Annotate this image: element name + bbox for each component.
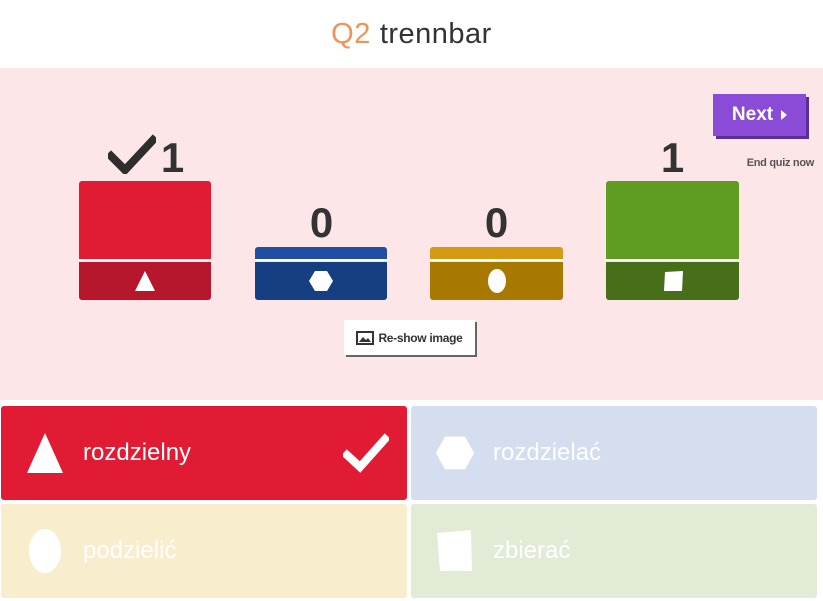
answer-label: zbierać: [493, 537, 571, 564]
bar-count-square: 1: [660, 134, 685, 181]
result-bar-circle: [430, 247, 563, 300]
bar-divider: [606, 259, 739, 261]
answer-label: rozdzielać: [493, 439, 602, 466]
square-icon: [663, 271, 683, 291]
answer-shape: [435, 529, 475, 573]
bar-count-triangle: 1: [160, 134, 185, 181]
answer-label: rozdzielny: [83, 439, 192, 466]
bar-bottom: [606, 262, 739, 300]
next-button-label: Next: [731, 104, 774, 125]
next-button[interactable]: Next: [713, 94, 806, 136]
bar-top: [430, 247, 563, 259]
bar-top: [255, 247, 387, 259]
answer-shape: [435, 431, 475, 475]
answer-label: podzielić: [83, 537, 177, 564]
triangle-icon: [135, 271, 155, 291]
bar-divider: [255, 259, 387, 261]
hexagon-icon: [435, 436, 475, 470]
bar-count-circle: 0: [484, 199, 509, 246]
answer-circle[interactable]: podzielić: [1, 504, 407, 598]
reshow-image-button[interactable]: Re-show image: [344, 320, 475, 355]
bar-bottom: [430, 262, 563, 300]
circle-icon: [487, 269, 506, 293]
square-icon: [437, 530, 472, 571]
answer-triangle[interactable]: rozdzielny: [1, 406, 407, 500]
question-header: Q2 trennbar: [0, 0, 823, 68]
reshow-image-label: Re-show image: [378, 330, 463, 345]
caret-right-icon: [781, 110, 788, 120]
correct-check-icon: [343, 433, 389, 473]
answer-shape: [25, 431, 65, 475]
question-text: trennbar: [379, 17, 492, 50]
result-bar-hexagon: [255, 247, 387, 300]
bar-bottom: [255, 262, 387, 300]
bar-top: [79, 181, 211, 259]
results-panel: Next End quiz now 1 0 0 1 Re-show image: [0, 68, 823, 400]
answer-square[interactable]: zbierać: [411, 504, 817, 598]
bar-bottom: [79, 262, 211, 300]
bar-divider: [79, 259, 211, 261]
hexagon-icon: [309, 271, 333, 291]
triangle-icon: [27, 433, 63, 473]
bar-top: [606, 181, 739, 259]
circle-icon: [29, 529, 61, 573]
result-bar-triangle: [79, 181, 211, 300]
result-bar-square: [606, 181, 739, 300]
question-number: Q2: [331, 17, 371, 50]
bar-divider: [430, 259, 563, 261]
end-quiz-link[interactable]: End quiz now: [730, 157, 815, 169]
answer-hexagon[interactable]: rozdzielać: [411, 406, 817, 500]
bar-count-hexagon: 0: [309, 199, 334, 246]
question-title: Q2 trennbar: [331, 18, 492, 51]
answer-shape: [25, 529, 65, 573]
image-icon: [356, 330, 375, 345]
